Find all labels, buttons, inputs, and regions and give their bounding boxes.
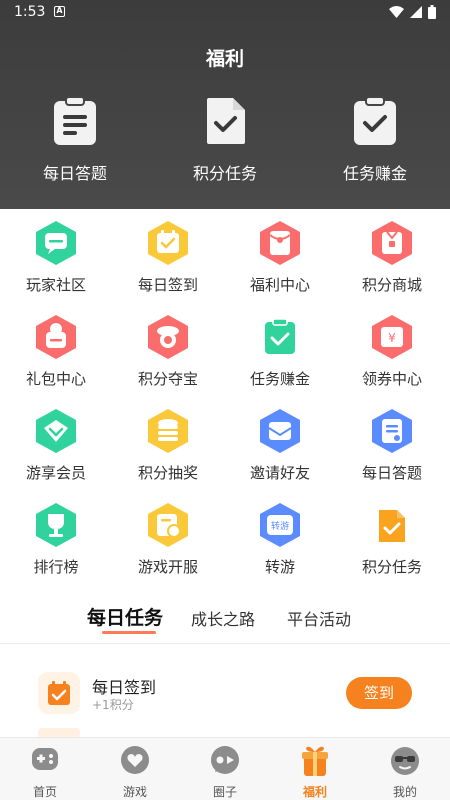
grid-item-label: 任务赚金 [249, 370, 310, 388]
grid-item-label: 转游 [264, 558, 295, 576]
grid-item-label: 积分抽奖 [137, 464, 198, 482]
transfer-badge-text: 转游 [271, 520, 289, 532]
gamepad-icon [32, 748, 58, 770]
grid-item-label: 积分商城 [361, 276, 422, 294]
active-tab-indicator [102, 631, 156, 634]
grid-item-label: 领券中心 [361, 370, 422, 388]
grid-item-game-launch[interactable]: 游戏开服 [112, 502, 224, 577]
circle-chat-icon [211, 746, 239, 774]
status-bar: 1:53 A [0, 0, 450, 26]
grid-item-daily-checkin[interactable]: 每日签到 [112, 220, 224, 295]
grid-item-points-task[interactable]: 积分任务 [336, 502, 448, 577]
invite-mail-icon [260, 409, 300, 453]
grid-item-daily-quiz[interactable]: 每日答题 [336, 408, 448, 483]
notification-a-icon: A [54, 6, 65, 17]
tab-divider [0, 643, 450, 644]
grid-item-points-mall[interactable]: 积分商城 [336, 220, 448, 295]
nav-circle[interactable]: 圈子 [180, 744, 270, 800]
nav-games[interactable]: 游戏 [90, 744, 180, 800]
grid-item-invite-friends[interactable]: 邀请好友 [224, 408, 336, 483]
tab-daily-tasks[interactable]: 每日任务 [87, 603, 163, 630]
tab-platform-events[interactable]: 平台活动 [287, 606, 351, 630]
quiz-doc-icon [372, 409, 412, 453]
feature-daily-quiz[interactable]: 每日答题 [15, 96, 135, 184]
grid-item-leaderboard[interactable]: 排行榜 [0, 502, 112, 577]
grid-item-label: 每日答题 [361, 464, 422, 482]
calendar-check-icon [48, 681, 70, 705]
trophy-icon [36, 503, 76, 547]
grid-item-transfer-game[interactable]: 转游 转游 [224, 502, 336, 577]
feature-task-earn[interactable]: 任务赚金 [315, 96, 435, 184]
grid-item-label: 每日签到 [137, 276, 198, 294]
gift-bag-icon [36, 315, 76, 359]
grid-item-gift-center[interactable]: 礼包中心 [0, 314, 112, 389]
status-time: 1:53 [14, 4, 46, 20]
feature-label: 任务赚金 [342, 164, 407, 183]
grid-item-player-community[interactable]: 玩家社区 [0, 220, 112, 295]
grid-item-label: 游戏开服 [137, 558, 198, 576]
task-row-daily-checkin: 每日签到 +1积分 签到 [38, 672, 418, 716]
document-check-icon [207, 98, 245, 144]
clipboard-check-icon [354, 96, 396, 145]
page-title: 福利 [205, 48, 244, 70]
calendar-check-icon [148, 221, 188, 265]
gift-icon [302, 746, 328, 776]
heart-bubble-icon [121, 746, 149, 774]
grid-item-label: 游享会员 [25, 464, 86, 482]
checkin-button[interactable]: 签到 [346, 677, 412, 709]
battery-icon [428, 5, 436, 19]
gift-box-icon [372, 221, 412, 265]
chat-icon [36, 221, 76, 265]
feature-label: 积分任务 [192, 164, 257, 183]
nav-label: 圈子 [212, 785, 237, 799]
nav-label: 福利 [302, 785, 327, 799]
nav-label: 我的 [392, 785, 417, 799]
grid-item-label: 邀请好友 [249, 464, 310, 482]
svg-text:¥: ¥ [388, 331, 396, 345]
status-icons [389, 5, 436, 19]
grid-item-points-lottery[interactable]: 积分抽奖 [112, 408, 224, 483]
nav-welfare[interactable]: 福利 [270, 744, 360, 800]
task-check-icon [265, 318, 295, 354]
grid-item-welfare-center[interactable]: 福利中心 [224, 220, 336, 295]
wifi-icon [389, 6, 404, 18]
grid-item-label: 排行榜 [33, 558, 79, 576]
task-tabs: 每日任务 成长之路 平台活动 [0, 600, 450, 644]
tab-growth-path[interactable]: 成长之路 [191, 606, 255, 630]
grid-item-label: 福利中心 [249, 276, 310, 294]
bottom-nav: 首页 游戏 圈子 福利 我的 [0, 737, 450, 800]
grid-item-vip-member[interactable]: 游享会员 [0, 408, 112, 483]
nav-label: 游戏 [122, 785, 147, 799]
schedule-icon [148, 503, 188, 547]
points-task-icon [379, 510, 405, 542]
top-features: 每日答题 积分任务 任务赚金 [0, 96, 450, 196]
grid-item-label: 玩家社区 [25, 276, 86, 294]
treasure-icon [148, 315, 188, 359]
grid-item-coupon-center[interactable]: ¥ 领券中心 [336, 314, 448, 389]
vip-heart-icon [36, 409, 76, 453]
nav-home[interactable]: 首页 [0, 744, 90, 800]
sunglasses-face-icon [391, 747, 419, 775]
grid-item-points-treasure[interactable]: 积分夺宝 [112, 314, 224, 389]
grid-item-label: 积分任务 [361, 558, 422, 576]
feature-label: 每日答题 [42, 164, 107, 183]
feature-points-task[interactable]: 积分任务 [165, 96, 285, 184]
task-icon [38, 672, 80, 714]
nav-mine[interactable]: 我的 [360, 744, 450, 800]
nav-label: 首页 [32, 785, 57, 799]
task-reward: +1积分 [92, 698, 134, 712]
welfare-header: 1:53 A 福利 每日答题 积分任务 任务赚金 [0, 0, 450, 209]
grid-item-label: 礼包中心 [25, 370, 86, 388]
transfer-game-icon: 转游 [260, 503, 300, 547]
task-title: 每日签到 [92, 678, 157, 697]
grid-item-task-earn[interactable]: 任务赚金 [224, 314, 336, 389]
coupon-icon: ¥ [372, 315, 412, 359]
coin-stack-icon [148, 409, 188, 453]
red-envelope-icon [260, 221, 300, 265]
grid-item-label: 积分夺宝 [137, 370, 198, 388]
signal-icon [410, 6, 422, 18]
clipboard-list-icon [54, 96, 96, 145]
